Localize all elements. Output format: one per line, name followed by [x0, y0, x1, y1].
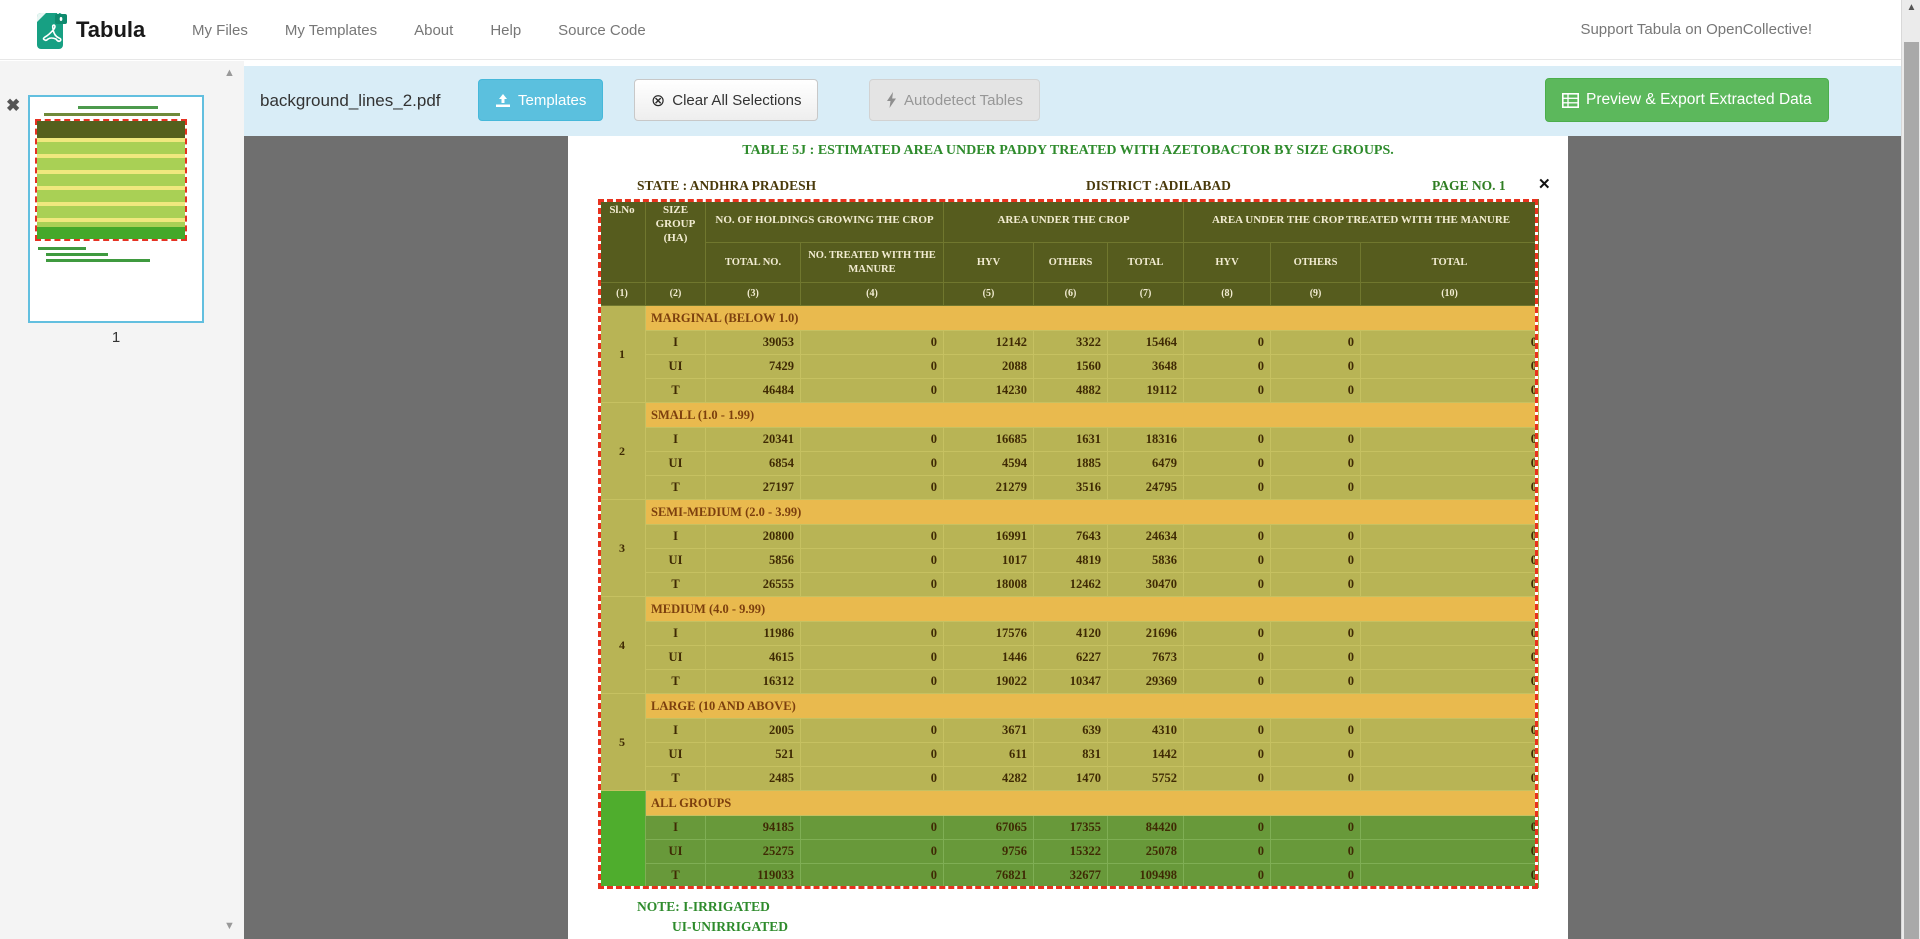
nav-item-about[interactable]: About	[414, 22, 453, 39]
lightning-bolt-icon	[886, 92, 897, 108]
table-selection-box[interactable]	[598, 199, 1538, 889]
pdf-viewer-area: TABLE 5J : ESTIMATED AREA UNDER PADDY TR…	[244, 136, 1901, 939]
thumbnail-page-number: 1	[28, 329, 204, 346]
document-filename: background_lines_2.pdf	[260, 66, 441, 136]
pdf-table-title: TABLE 5J : ESTIMATED AREA UNDER PADDY TR…	[568, 143, 1568, 159]
support-link[interactable]: Support Tabula on OpenCollective!	[1580, 0, 1812, 60]
window-scrollbar: ▲	[1901, 0, 1920, 939]
sidebar-scroll-up-icon[interactable]: ▲	[224, 67, 235, 79]
mini-note-line	[46, 259, 150, 262]
nav-menu: My Files My Templates About Help Source …	[192, 0, 646, 60]
sidebar-scroll-down-icon[interactable]: ▼	[224, 920, 235, 932]
pdf-note-line-2: UI-UNIRRIGATED	[672, 919, 788, 935]
nav-item-my-files[interactable]: My Files	[192, 22, 248, 39]
nav-item-source-code[interactable]: Source Code	[558, 22, 646, 39]
mini-table	[37, 121, 185, 239]
templates-button-label: Templates	[518, 92, 586, 109]
pdf-page-no-label: PAGE NO. 1	[1432, 178, 1506, 194]
selection-close-icon[interactable]: ✕	[1538, 177, 1551, 192]
pdf-state-label: STATE : ANDHRA PRADESH	[637, 178, 816, 194]
autodetect-button-label: Autodetect Tables	[904, 92, 1023, 109]
clear-circle-icon: ⊗	[651, 92, 665, 109]
export-button-label: Preview & Export Extracted Data	[1586, 91, 1812, 109]
clear-button-label: Clear All Selections	[672, 92, 801, 109]
page-thumbnail[interactable]	[28, 95, 204, 323]
mini-meta-line	[44, 113, 180, 116]
scrollbar-up-icon[interactable]: ▲	[1902, 2, 1920, 13]
mini-note-line	[46, 253, 108, 256]
mini-note-line	[38, 247, 86, 250]
template-icon	[495, 93, 511, 108]
pdf-district-label: DISTRICT :ADILABAD	[1086, 178, 1231, 194]
app-window: Tabula My Files My Templates About Help …	[0, 0, 1920, 939]
nav-item-help[interactable]: Help	[490, 22, 521, 39]
clear-all-selections-button[interactable]: ⊗ Clear All Selections	[634, 79, 818, 121]
page-thumbnails-sidebar: ✖ 1 ▲ ▼	[0, 61, 244, 939]
scrollbar-thumb[interactable]	[1904, 42, 1919, 939]
top-navbar: Tabula My Files My Templates About Help …	[0, 0, 1901, 60]
brand-title[interactable]: Tabula	[76, 0, 145, 60]
preview-export-button[interactable]: Preview & Export Extracted Data	[1545, 78, 1829, 122]
nav-item-my-templates[interactable]: My Templates	[285, 22, 377, 39]
templates-button[interactable]: Templates	[478, 79, 603, 121]
autodetect-tables-button[interactable]: Autodetect Tables	[869, 79, 1040, 121]
remove-page-icon[interactable]: ✖	[6, 96, 20, 116]
tabula-logo-icon[interactable]	[36, 10, 68, 50]
table-grid-icon	[1562, 93, 1579, 108]
pdf-page: TABLE 5J : ESTIMATED AREA UNDER PADDY TR…	[568, 136, 1568, 939]
mini-title-line	[78, 106, 158, 109]
document-toolbar: background_lines_2.pdf Templates ⊗ Clear…	[244, 66, 1901, 136]
mini-selection-border	[35, 119, 187, 241]
pdf-note-line-1: NOTE: I-IRRIGATED	[637, 899, 770, 915]
